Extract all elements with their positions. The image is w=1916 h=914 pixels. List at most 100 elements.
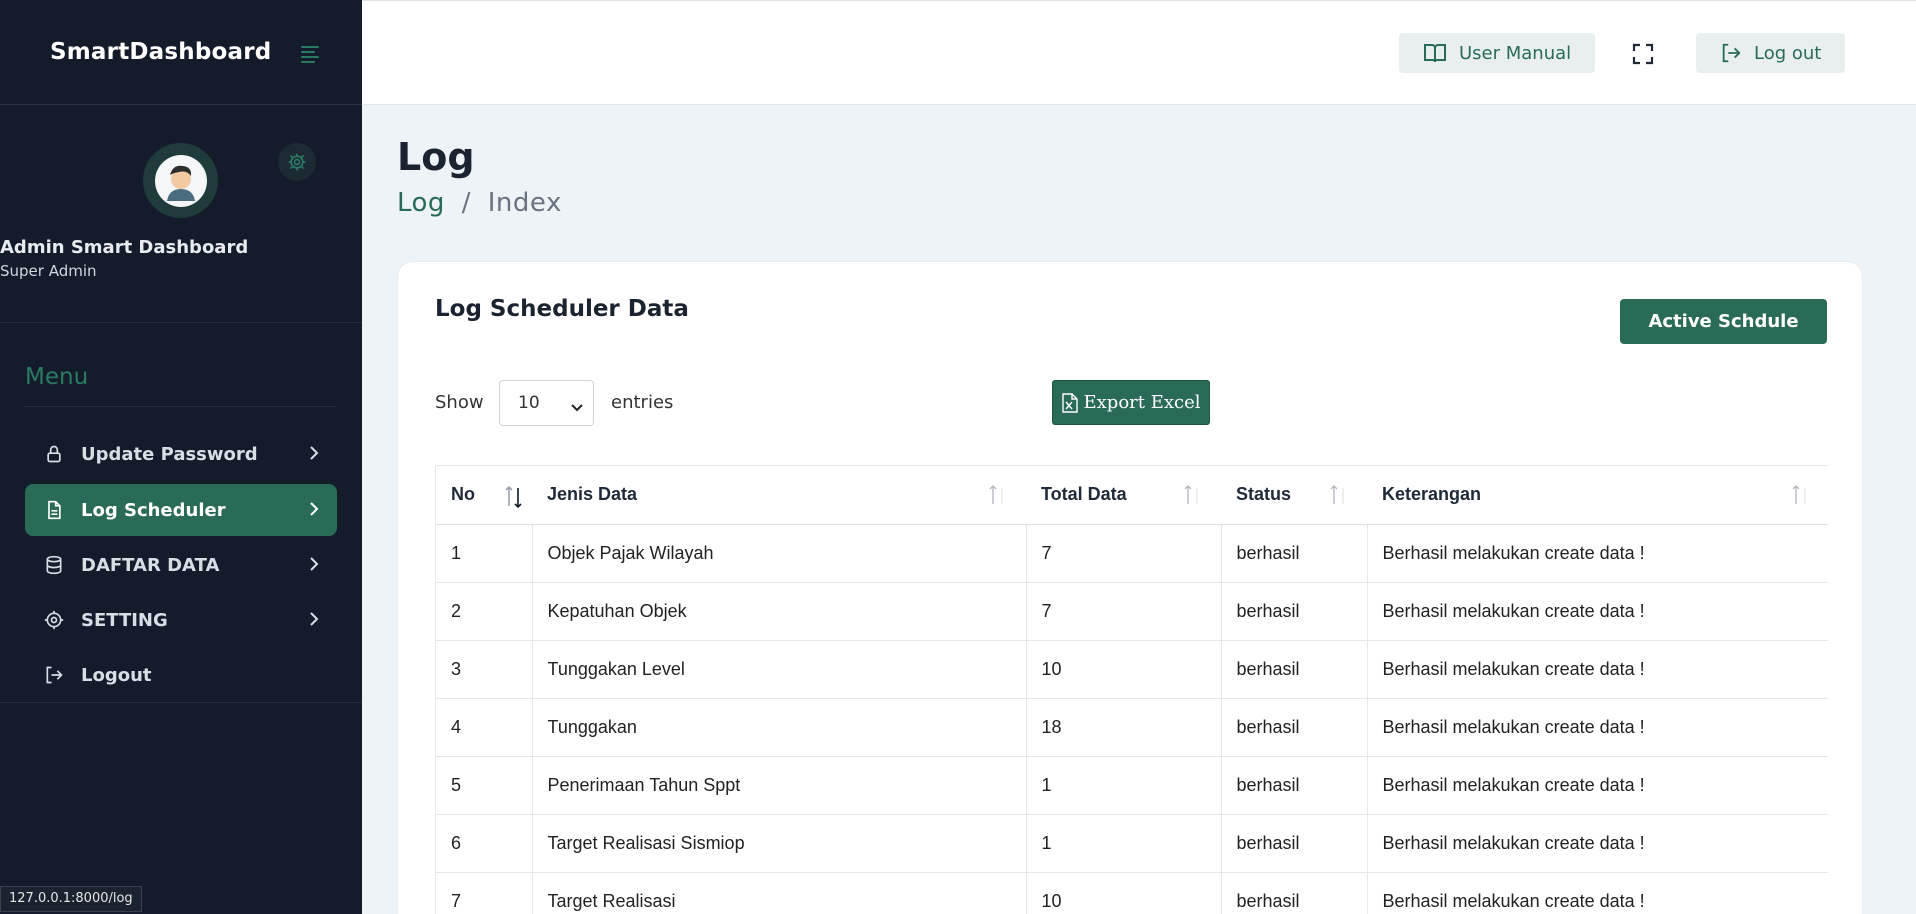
cell-jenis-data: Tunggakan Level [532,640,1027,699]
log-table-container: No Jenis Data Total Data Status Keterang… [435,465,1828,914]
chevron-right-icon [309,611,319,631]
column-header-keterangan[interactable]: Keterangan [1367,466,1828,525]
breadcrumb-separator: / [461,188,471,218]
user-avatar-icon [166,165,195,201]
chevron-right-icon [309,445,319,465]
table-row: 7 Target Realisasi 10 berhasil Berhasil … [436,872,1828,914]
log-card: Log Scheduler Data Active Schdule Show 1… [397,261,1863,914]
menu-toggle-icon[interactable] [301,45,320,63]
table-row: 2 Kepatuhan Objek 7 berhasil Berhasil me… [436,582,1828,641]
entries-value: 10 [518,393,540,413]
avatar[interactable] [143,143,218,218]
cell-keterangan: Berhasil melakukan create data ! [1367,814,1828,873]
column-header-total-data[interactable]: Total Data [1026,466,1221,525]
cell-status: berhasil [1221,872,1368,914]
cell-status: berhasil [1221,640,1368,699]
sidebar-item-label: SETTING [81,609,168,631]
cell-status: berhasil [1221,756,1368,815]
cell-keterangan: Berhasil melakukan create data ! [1367,640,1828,699]
cell-jenis-data: Kepatuhan Objek [532,582,1027,641]
user-manual-button[interactable]: User Manual [1399,33,1596,73]
entries-label: entries [611,392,674,413]
column-header-jenis-data[interactable]: Jenis Data [532,466,1026,525]
logout-button[interactable]: Log out [1696,33,1846,73]
menu-divider [25,406,337,407]
brand-logo[interactable]: SmartDashboard [50,39,271,65]
cell-jenis-data: Tunggakan [532,698,1027,757]
cell-total-data: 10 [1026,640,1222,699]
sidebar-item-label: Logout [81,664,152,686]
cell-total-data: 1 [1026,756,1222,815]
brand-bar: SmartDashboard [0,0,362,105]
cell-keterangan: Berhasil melakukan create data ! [1367,756,1828,815]
user-role: Super Admin [0,262,97,280]
sort-both-icon [1183,484,1203,511]
cell-status: berhasil [1221,524,1368,583]
table-row: 6 Target Realisasi Sismiop 1 berhasil Be… [436,814,1828,873]
sidebar-item-label: DAFTAR DATA [81,554,220,576]
show-label: Show [435,392,484,413]
breadcrumb-link[interactable]: Log [397,188,445,218]
profile-settings-gear-icon[interactable] [278,143,316,181]
entries-select[interactable]: 10 [499,380,594,426]
breadcrumb-current: Index [487,188,562,218]
column-header-label: Total Data [1041,484,1127,505]
cell-total-data: 10 [1026,872,1222,914]
column-header-label: Jenis Data [547,484,638,505]
user-manual-label: User Manual [1459,42,1572,64]
column-header-no[interactable]: No [436,466,532,525]
cell-no: 2 [436,582,533,641]
sidebar-item-update-password[interactable]: Update Password [25,428,337,480]
breadcrumb: Log / Index [397,188,562,218]
cell-no: 4 [436,698,533,757]
status-bar-url: 127.0.0.1:8000/log [0,886,142,912]
cell-total-data: 18 [1026,698,1222,757]
cell-keterangan: Berhasil melakukan create data ! [1367,872,1828,914]
sort-both-icon [988,484,1008,511]
export-excel-label: Export Excel [1083,392,1201,413]
cell-status: berhasil [1221,814,1368,873]
sidebar-item-daftar-data[interactable]: DAFTAR DATA [25,539,337,591]
chevron-right-icon [309,556,319,576]
excel-file-icon [1061,392,1078,413]
lock-icon [43,443,65,465]
cell-no: 1 [436,524,533,583]
gear-icon [43,609,65,631]
column-header-status[interactable]: Status [1221,466,1367,525]
chevron-right-icon [309,501,319,521]
cell-keterangan: Berhasil melakukan create data ! [1367,524,1828,583]
sidebar-item-log-scheduler[interactable]: Log Scheduler [25,484,337,536]
sidebar-item-label: Update Password [81,443,258,465]
table-row: 3 Tunggakan Level 10 berhasil Berhasil m… [436,640,1828,699]
logout-icon [1720,42,1742,64]
cell-total-data: 1 [1026,814,1222,873]
top-navbar: User Manual Log out [362,0,1916,105]
card-title: Log Scheduler Data [435,296,689,322]
active-schedule-button[interactable]: Active Schdule [1620,299,1827,344]
cell-total-data: 7 [1026,582,1222,641]
cell-keterangan: Berhasil melakukan create data ! [1367,582,1828,641]
book-icon [1423,42,1447,64]
sidebar-item-setting[interactable]: SETTING [25,594,337,646]
column-header-label: Keterangan [1382,484,1482,505]
log-table: No Jenis Data Total Data Status Keterang… [436,466,1828,914]
cell-jenis-data: Objek Pajak Wilayah [532,524,1027,583]
chevron-down-icon [571,397,583,417]
menu-heading: Menu [25,364,89,390]
cell-no: 3 [436,640,533,699]
cell-no: 6 [436,814,533,873]
table-row: 4 Tunggakan 18 berhasil Berhasil melakuk… [436,698,1828,757]
column-header-label: Status [1236,484,1292,505]
sidebar-item-logout[interactable]: Logout [25,649,337,701]
document-icon [43,499,65,521]
table-row: 1 Objek Pajak Wilayah 7 berhasil Berhasi… [436,524,1828,583]
sort-both-icon [1791,484,1811,511]
column-header-label: No [451,484,475,505]
fullscreen-icon[interactable] [1632,43,1654,69]
logout-label: Log out [1754,42,1822,64]
sidebar-item-label: Log Scheduler [81,499,226,521]
page-title: Log [397,135,475,179]
sort-both-icon [504,484,524,515]
table-row: 5 Penerimaan Tahun Sppt 1 berhasil Berha… [436,756,1828,815]
export-excel-button[interactable]: Export Excel [1052,380,1210,425]
